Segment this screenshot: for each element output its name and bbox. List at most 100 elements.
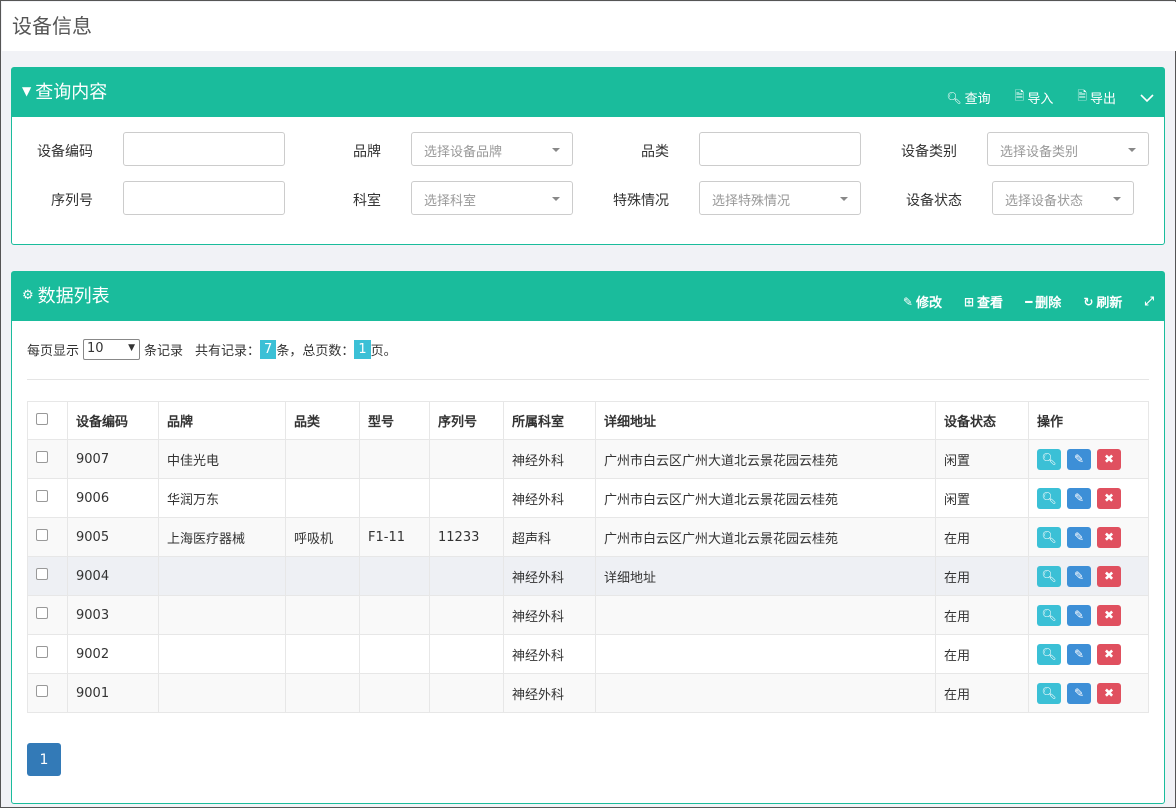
table-row[interactable]: 9001 神经外科 在用 🔍︎ ✎ ✖ (27, 673, 1149, 713)
row-checkbox[interactable] (36, 490, 48, 502)
table-cell: 神经外科 (503, 673, 596, 713)
view-row-button[interactable]: 🔍︎ (1037, 604, 1061, 626)
table-cell: 神经外科 (503, 439, 596, 479)
row-checkbox[interactable] (36, 529, 48, 541)
edit-row-button[interactable]: ✎ (1067, 604, 1091, 626)
export-button[interactable]: 🗎 导出 (1077, 87, 1116, 108)
table-cell: 超声科 (503, 517, 596, 557)
refresh-button[interactable]: ↻ 刷新 (1083, 292, 1122, 312)
table-cell: 9003 (67, 595, 159, 635)
view-row-button[interactable]: 🔍︎ (1037, 565, 1061, 587)
view-row-button[interactable]: 🔍︎ (1037, 448, 1061, 470)
table-cell (158, 556, 286, 596)
column-header: 品牌 (158, 401, 286, 440)
table-cell: 闲置 (935, 478, 1029, 518)
close-icon: ✖ (1103, 569, 1115, 583)
delete-row-button[interactable]: ✖ (1097, 526, 1121, 548)
import-button[interactable]: 🗎 导入 (1015, 87, 1054, 108)
edit-row-button[interactable]: ✎ (1067, 682, 1091, 704)
fullscreen-button[interactable]: ⤢ (1144, 294, 1154, 309)
page-size-select[interactable]: 10 ▼ (83, 339, 141, 360)
view-row-button[interactable]: 🔍︎ (1037, 487, 1061, 509)
search-icon: 🔍︎ (946, 90, 962, 105)
column-header: 序列号 (429, 401, 504, 440)
edit-row-button[interactable]: ✎ (1067, 565, 1091, 587)
edit-row-button[interactable]: ✎ (1067, 526, 1091, 548)
close-icon: ✖ (1103, 686, 1115, 700)
table-cell (359, 439, 430, 479)
delete-row-button[interactable]: ✖ (1097, 643, 1121, 665)
view-button[interactable]: ⊞ 查看 (964, 292, 1003, 312)
table-cell: 在用 (935, 556, 1029, 596)
edit-row-button[interactable]: ✎ (1067, 448, 1091, 470)
category-label: 品类 (641, 144, 669, 160)
table-row[interactable]: 9005 上海医疗器械 呼吸机 F1-11 11233 超声科 广州市白云区广州大道北云景花… (27, 517, 1149, 557)
delete-row-button[interactable]: ✖ (1097, 604, 1121, 626)
total-records-badge: 7 (260, 340, 277, 359)
collapse-button[interactable] (1140, 93, 1154, 103)
table-cell: 中佳光电 (158, 439, 286, 479)
table-cell (595, 595, 936, 635)
list-panel-header: ⚙ 数据列表 ✎ 修改 ⊞ 查看 ━ 删除 ↻ 刷新 ⤢ (12, 272, 1164, 321)
edit-row-button[interactable]: ✎ (1067, 643, 1091, 665)
search-button[interactable]: 🔍︎ 查询 (946, 88, 990, 108)
delete-row-button[interactable]: ✖ (1097, 487, 1121, 509)
pencil-icon: ✎ (902, 294, 913, 309)
delete-row-button[interactable]: ✖ (1097, 565, 1121, 587)
table-row[interactable]: 9004 神经外科 详细地址 在用 🔍︎ ✎ ✖ (27, 556, 1149, 596)
table-row[interactable]: 9006 华润万东 神经外科 广州市白云区广州大道北云景花园云桂苑 闲置 🔍︎ ✎ ✖ (27, 478, 1149, 518)
view-row-button[interactable]: 🔍︎ (1037, 643, 1061, 665)
query-panel-header: ▼ 查询内容 🔍︎ 查询 🗎 导入 🗎 导出 (12, 68, 1164, 117)
table-row[interactable]: 9003 神经外科 在用 🔍︎ ✎ ✖ (27, 595, 1149, 635)
table-row[interactable]: 9002 神经外科 在用 🔍︎ ✎ ✖ (27, 634, 1149, 674)
page-button[interactable]: 1 (27, 743, 61, 776)
row-checkbox[interactable] (36, 607, 48, 619)
code-input[interactable] (123, 132, 285, 166)
chevron-down-icon (1140, 93, 1154, 102)
divider (27, 379, 1149, 380)
brand-label: 品牌 (353, 144, 381, 160)
dept-label: 科室 (353, 193, 381, 209)
view-row-button[interactable]: 🔍︎ (1037, 682, 1061, 704)
table-cell (595, 673, 936, 713)
row-checkbox[interactable] (36, 685, 48, 697)
edit-button[interactable]: ✎ 修改 (902, 292, 942, 312)
table-cell (285, 556, 360, 596)
table-cell (595, 634, 936, 674)
table-cell (429, 478, 504, 518)
select-all-checkbox[interactable] (36, 412, 48, 425)
search-icon: 🔍︎ (1041, 647, 1057, 661)
column-header: 品类 (285, 401, 360, 440)
serial-input[interactable] (123, 181, 285, 215)
row-actions: 🔍︎ ✎ ✖ (1028, 517, 1149, 557)
total-pages-badge: 1 (354, 340, 371, 359)
table-cell (285, 439, 360, 479)
expand-icon: ⤢ (1144, 294, 1154, 308)
table-cell: 详细地址 (595, 556, 936, 596)
view-row-button[interactable]: 🔍︎ (1037, 526, 1061, 548)
type-label: 设备类别 (901, 144, 957, 160)
brand-select[interactable]: 选择设备品牌 (411, 132, 573, 166)
row-actions: 🔍︎ ✎ ✖ (1028, 673, 1149, 713)
delete-row-button[interactable]: ✖ (1097, 682, 1121, 704)
edit-row-button[interactable]: ✎ (1067, 487, 1091, 509)
row-checkbox[interactable] (36, 568, 48, 580)
type-select[interactable]: 选择设备类别 (987, 132, 1149, 166)
table-cell: 神经外科 (503, 634, 596, 674)
column-header: 所属科室 (503, 401, 596, 440)
table-row[interactable]: 9007 中佳光电 神经外科 广州市白云区广州大道北云景花园云桂苑 闲置 🔍︎ ✎ ✖ (27, 439, 1149, 479)
table-cell (359, 595, 430, 635)
delete-row-button[interactable]: ✖ (1097, 448, 1121, 470)
column-header: 设备编码 (67, 401, 159, 440)
special-select[interactable]: 选择特殊情况 (699, 181, 861, 215)
pencil-icon: ✎ (1073, 608, 1085, 622)
status-select[interactable]: 选择设备状态 (992, 181, 1134, 215)
delete-button[interactable]: ━ 删除 (1025, 292, 1061, 312)
category-input[interactable] (699, 132, 861, 166)
table-cell: 神经外科 (503, 478, 596, 518)
dept-select[interactable]: 选择科室 (411, 181, 573, 215)
row-checkbox[interactable] (36, 646, 48, 658)
list-tools: ✎ 修改 ⊞ 查看 ━ 删除 ↻ 刷新 ⤢ (903, 292, 1154, 311)
close-icon: ✖ (1103, 608, 1115, 622)
row-checkbox[interactable] (36, 451, 48, 463)
